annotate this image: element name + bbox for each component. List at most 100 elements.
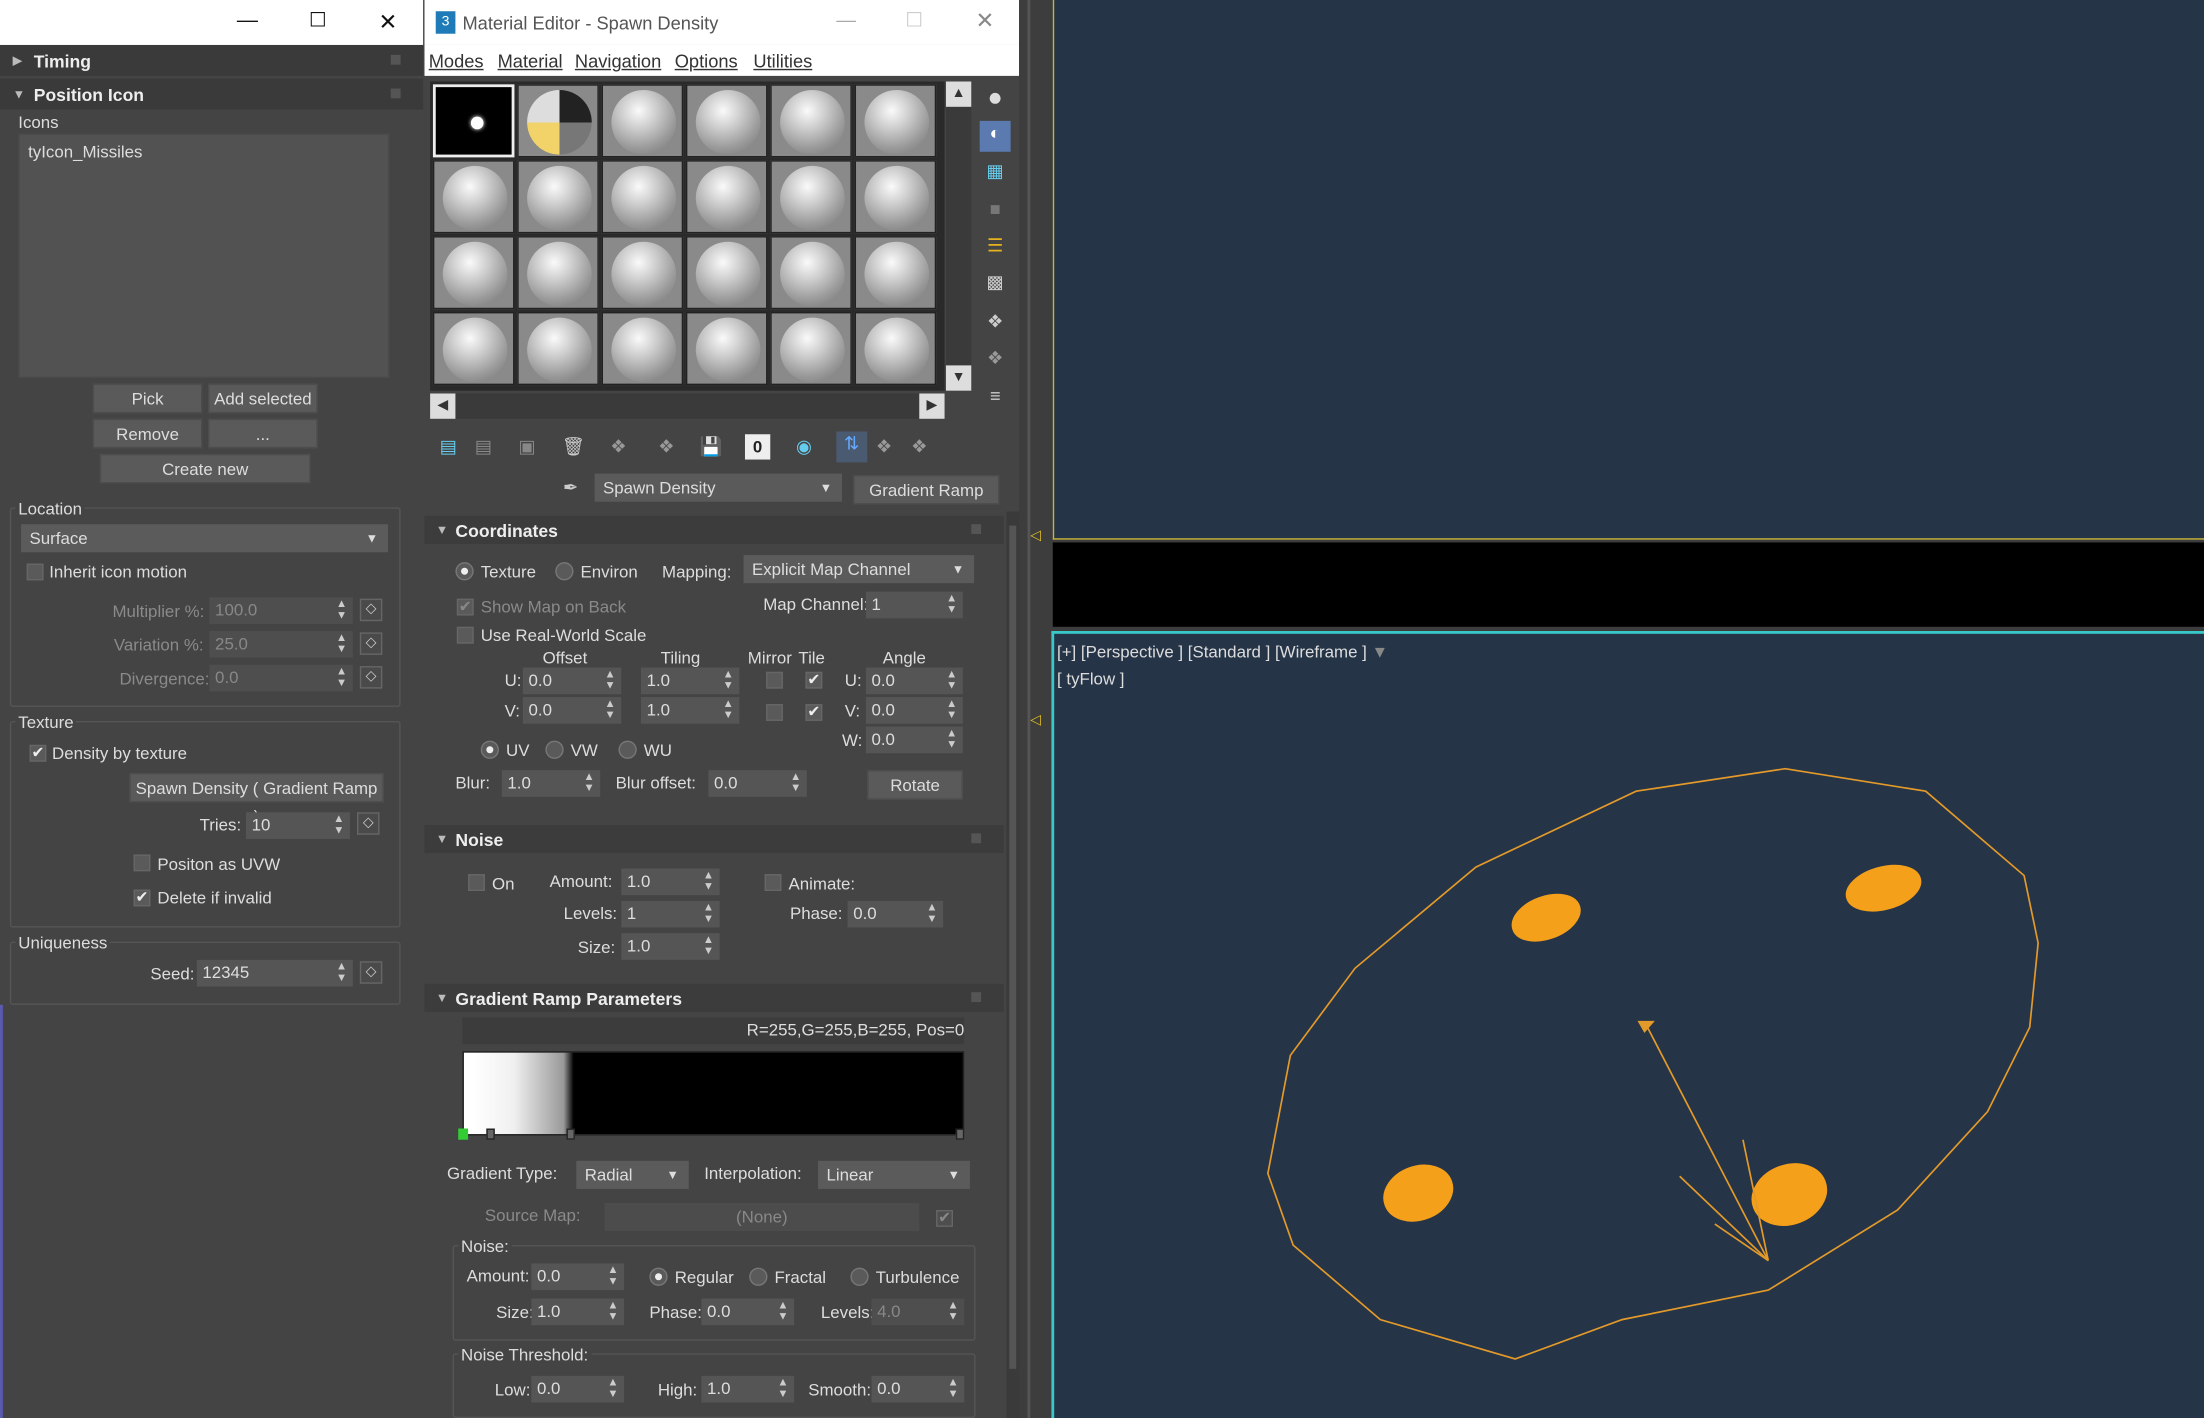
time-marker-icon[interactable]: ◁	[1030, 713, 1041, 728]
gradient-levels-spinner[interactable]: 4.0 ▲ ▼	[871, 1298, 965, 1326]
delete-icon[interactable]: 🗑	[561, 434, 586, 459]
fractal-radio[interactable]	[749, 1267, 768, 1286]
material-slot[interactable]	[770, 160, 852, 234]
tiling-u-spinner[interactable]: 1.0 ▲ ▼	[640, 667, 740, 695]
sample-type-icon[interactable]: ●	[983, 84, 1008, 109]
material-slot[interactable]	[517, 84, 599, 158]
go-forward-sibling-icon[interactable]: ❖	[907, 434, 932, 459]
angle-v-spinner[interactable]: 0.0 ▲ ▼	[865, 697, 963, 724]
gradient-flag-end[interactable]	[955, 1128, 965, 1140]
more-button[interactable]: ...	[208, 418, 318, 449]
maximize-icon[interactable]: ☐	[905, 8, 923, 32]
material-slot[interactable]	[770, 236, 852, 310]
noise-phase-spinner[interactable]: 0.0 ▲ ▼	[847, 900, 944, 928]
noise-levels-spinner[interactable]: 1 ▲ ▼	[621, 900, 720, 928]
material-slot[interactable]	[770, 311, 852, 386]
viewport-top[interactable]	[1052, 0, 2204, 540]
tile-v-checkbox[interactable]: ✔	[805, 704, 823, 721]
menu-navigation[interactable]: Navigation	[575, 51, 661, 72]
rollout-coordinates[interactable]: ▼ Coordinates	[424, 515, 1004, 544]
maximize-icon[interactable]: ☐	[301, 8, 335, 32]
material-slot[interactable]	[517, 311, 599, 386]
gradient-flag-start[interactable]	[458, 1128, 469, 1140]
material-map-navigator-icon[interactable]: ≡	[983, 384, 1008, 409]
put-material-icon[interactable]: ▤	[471, 434, 496, 459]
material-slot[interactable]	[432, 160, 515, 234]
turbulence-radio[interactable]	[850, 1267, 869, 1286]
material-slot[interactable]	[854, 84, 937, 158]
backlight-icon[interactable]: ◐	[979, 120, 1011, 152]
sample-slots-grid[interactable]	[430, 81, 945, 391]
angle-w-spinner[interactable]: 0.0 ▲ ▼	[865, 726, 963, 754]
rotate-button[interactable]: Rotate	[867, 770, 963, 800]
keyframe-diamond-icon[interactable]: ◇	[359, 598, 383, 622]
put-to-library-icon[interactable]: 💾	[699, 434, 724, 459]
rollout-noise[interactable]: ▼ Noise	[424, 824, 1004, 854]
pick-button[interactable]: Pick	[92, 383, 203, 414]
map-type-button[interactable]: Gradient Ramp	[853, 475, 1000, 505]
animate-checkbox[interactable]	[764, 874, 782, 891]
menu-modes[interactable]: Modes	[429, 51, 484, 72]
density-by-texture-checkbox[interactable]: ✔	[29, 744, 47, 762]
video-color-check-icon[interactable]: ☰	[983, 233, 1008, 258]
gradient-flag[interactable]	[566, 1128, 575, 1140]
map-channel-spinner[interactable]: 1 ▲ ▼	[865, 591, 963, 619]
position-as-uvw-checkbox[interactable]	[133, 854, 151, 872]
mirror-u-checkbox[interactable]	[766, 671, 783, 689]
material-name-field[interactable]: Spawn Density ▼	[594, 473, 842, 502]
material-slot[interactable]	[770, 84, 852, 158]
material-id-channel-icon[interactable]: 0	[744, 434, 771, 460]
environ-radio[interactable]	[555, 562, 574, 581]
keyframe-diamond-icon[interactable]: ◇	[357, 812, 380, 835]
gradient-type-dropdown[interactable]: Radial ▼	[576, 1160, 689, 1189]
material-slot[interactable]	[517, 236, 599, 310]
slots-vertical-scrollbar[interactable]: ▲ ▼	[945, 81, 972, 391]
options-icon[interactable]: ❖	[983, 309, 1008, 334]
gradient-phase-spinner[interactable]: 0.0 ▲ ▼	[701, 1298, 795, 1326]
keyframe-diamond-icon[interactable]: ◇	[359, 961, 383, 984]
eyedropper-icon[interactable]: ✒	[558, 475, 583, 500]
regular-radio[interactable]	[649, 1267, 668, 1286]
get-material-icon[interactable]: ▤	[436, 434, 461, 459]
viewport-perspective[interactable]: [+] [Perspective ] [Standard ] [Wirefram…	[1051, 631, 2204, 1418]
delete-if-invalid-checkbox[interactable]: ✔	[133, 889, 151, 907]
blur-offset-spinner[interactable]: 0.0 ▲ ▼	[708, 770, 807, 797]
real-world-scale-checkbox[interactable]	[456, 626, 474, 644]
scroll-left-icon[interactable]: ◀	[430, 393, 456, 419]
scroll-up-icon[interactable]: ▲	[945, 81, 972, 107]
rollout-timing[interactable]: ▶ Timing	[0, 44, 424, 76]
seed-spinner[interactable]: 12345 ▲ ▼	[196, 959, 353, 987]
variation-spinner[interactable]: 25.0 ▲ ▼	[209, 631, 353, 658]
material-slot[interactable]	[685, 84, 768, 158]
show-shaded-material-icon[interactable]: ◉	[791, 434, 816, 459]
assign-material-icon[interactable]: ▣	[514, 434, 539, 459]
tile-u-checkbox[interactable]: ✔	[805, 671, 823, 689]
list-item[interactable]: tyIcon_Missiles	[20, 135, 388, 169]
material-slot[interactable]	[601, 236, 684, 310]
material-slot[interactable]	[432, 84, 515, 158]
material-slot[interactable]	[432, 311, 515, 386]
minimize-icon[interactable]: —	[836, 8, 856, 30]
make-copy-icon[interactable]: ❖	[606, 434, 631, 459]
make-unique-icon[interactable]: ❖	[654, 434, 679, 459]
close-icon[interactable]: ✕	[975, 7, 994, 35]
keyframe-diamond-icon[interactable]: ◇	[359, 666, 383, 689]
offset-u-spinner[interactable]: 0.0 ▲ ▼	[522, 667, 622, 695]
menu-material[interactable]: Material	[498, 51, 563, 72]
slots-horizontal-scrollbar[interactable]: ◀ ▶	[430, 393, 945, 419]
interpolation-dropdown[interactable]: Linear ▼	[818, 1160, 970, 1189]
material-slot[interactable]	[517, 160, 599, 234]
source-map-checkbox[interactable]: ✔	[936, 1210, 954, 1227]
close-icon[interactable]: ✕	[371, 8, 405, 36]
keyframe-diamond-icon[interactable]: ◇	[359, 632, 383, 655]
vw-radio[interactable]	[545, 740, 564, 759]
material-slot[interactable]	[854, 160, 937, 234]
rollout-gradient-ramp[interactable]: ▼ Gradient Ramp Parameters	[424, 983, 1004, 1012]
material-slot[interactable]	[601, 84, 684, 158]
material-slot[interactable]	[601, 311, 684, 386]
gradient-ramp-display[interactable]	[462, 1051, 965, 1136]
uv-radio[interactable]	[480, 740, 499, 759]
rollout-position-icon[interactable]: ▼ Position Icon	[0, 78, 424, 110]
show-map-on-back-checkbox[interactable]: ✔	[456, 598, 474, 616]
scroll-right-icon[interactable]: ▶	[919, 393, 945, 419]
